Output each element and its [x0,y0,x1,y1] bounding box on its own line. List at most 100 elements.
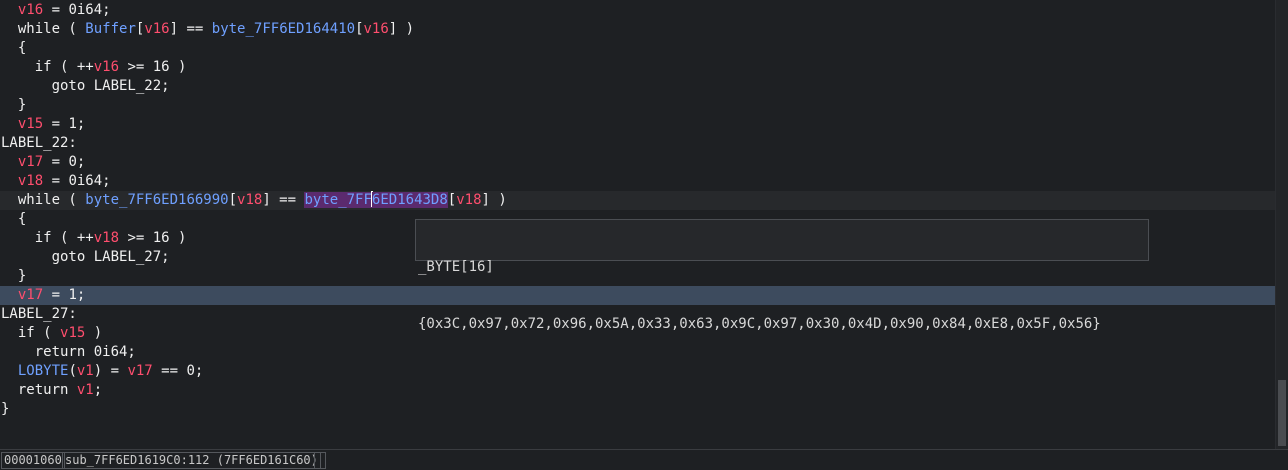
code-token[interactable]: == 0; [153,363,203,379]
code-token[interactable]: if ( ++ [1,59,94,75]
code-token[interactable]: = 1; [43,287,86,303]
code-token[interactable]: v1 [77,382,94,398]
code-token[interactable]: ] == [170,21,212,37]
code-token[interactable]: v17 [18,154,43,170]
code-token[interactable]: v15 [60,325,85,341]
code-token[interactable]: v16 [94,59,119,75]
code-text[interactable]: v15 = 1; [1,115,85,134]
code-token[interactable]: v16 [18,2,43,18]
code-token[interactable] [1,2,18,18]
code-line[interactable]: while ( Buffer[v16] == byte_7FF6ED164410… [0,20,1276,39]
code-token[interactable]: return 0i64; [1,344,136,360]
code-token[interactable]: goto LABEL_27; [1,249,170,265]
code-token[interactable]: ) [85,325,102,341]
code-line[interactable]: if ( ++v16 >= 16 ) [0,58,1276,77]
code-token[interactable] [1,173,18,189]
code-line[interactable]: LABEL_22: [0,134,1276,153]
code-text[interactable]: v17 = 1; [1,286,85,305]
code-token[interactable]: >= 16 ) [119,59,186,75]
code-text[interactable]: return 0i64; [1,343,136,362]
code-token[interactable]: byte_7FF6ED166990 [85,192,228,208]
code-token[interactable]: v16 [144,21,169,37]
code-text[interactable]: if ( ++v18 >= 16 ) [1,229,187,248]
code-token[interactable]: while ( [1,192,85,208]
code-line[interactable]: } [0,400,1276,419]
code-token[interactable]: byte_7FF [304,192,372,208]
code-token[interactable]: v18 [18,173,43,189]
code-line[interactable]: v16 = 0i64; [0,1,1276,20]
code-token[interactable] [1,287,18,303]
code-line[interactable]: } [0,96,1276,115]
code-text[interactable]: v16 = 0i64; [1,1,111,20]
code-token[interactable]: while ( [1,21,85,37]
code-text[interactable]: v17 = 0; [1,153,85,172]
code-token[interactable]: { [1,40,26,56]
code-text[interactable]: LABEL_27: [1,305,77,324]
code-token[interactable]: goto LABEL_22; [1,78,170,94]
code-token[interactable]: LOBYTE [18,363,69,379]
code-token[interactable]: ] == [262,192,304,208]
scrollbar-thumb[interactable] [1278,380,1286,446]
code-token[interactable]: byte_7FF6ED164410 [212,21,355,37]
code-line[interactable]: v15 = 1; [0,115,1276,134]
code-token[interactable]: = 0i64; [43,2,111,18]
code-line[interactable]: v17 = 0; [0,153,1276,172]
code-text[interactable]: while ( byte_7FF6ED166990[v18] == byte_7… [1,191,507,210]
code-token[interactable]: = 0i64; [43,173,111,189]
code-token[interactable]: [ [229,192,237,208]
code-token[interactable]: ] ) [482,192,507,208]
code-line[interactable]: return v1; [0,381,1276,400]
code-token[interactable]: ] ) [389,21,414,37]
code-token[interactable]: LABEL_22: [1,135,77,151]
code-token[interactable]: ( [68,363,76,379]
code-token[interactable]: >= 16 ) [119,230,186,246]
code-token[interactable] [1,116,18,132]
code-token[interactable]: if ( ++ [1,230,94,246]
code-text[interactable]: if ( ++v16 >= 16 ) [1,58,187,77]
code-token[interactable] [1,154,18,170]
code-token[interactable]: v16 [364,21,389,37]
code-token[interactable]: } [1,97,26,113]
code-text[interactable]: if ( v15 ) [1,324,102,343]
code-line[interactable]: LOBYTE(v1) = v17 == 0; [0,362,1276,381]
code-text[interactable]: v18 = 0i64; [1,172,111,191]
code-token[interactable]: v18 [456,192,481,208]
code-token[interactable]: if ( [1,325,60,341]
code-token[interactable]: } [1,401,9,417]
code-text[interactable]: goto LABEL_22; [1,77,170,96]
code-token[interactable]: { [1,211,26,227]
code-text[interactable]: LOBYTE(v1) = v17 == 0; [1,362,203,381]
vertical-scrollbar[interactable] [1275,0,1288,449]
code-token[interactable]: v15 [18,116,43,132]
code-token[interactable]: ; [94,382,102,398]
code-token[interactable]: v1 [77,363,94,379]
code-token[interactable]: v18 [237,192,262,208]
code-line[interactable]: v18 = 0i64; [0,172,1276,191]
code-text[interactable]: goto LABEL_27; [1,248,170,267]
code-text[interactable]: { [1,39,26,58]
code-text[interactable]: } [1,96,26,115]
code-token[interactable]: [ [355,21,363,37]
code-token[interactable]: v17 [18,287,43,303]
code-text[interactable]: { [1,210,26,229]
code-line[interactable]: { [0,39,1276,58]
code-token[interactable]: = 1; [43,116,86,132]
code-text[interactable]: } [1,400,9,419]
code-token[interactable]: = 0; [43,154,86,170]
code-token[interactable]: [ [448,192,456,208]
code-token[interactable]: 6ED1643D8 [371,192,448,208]
code-token[interactable]: v18 [94,230,119,246]
code-line[interactable]: goto LABEL_22; [0,77,1276,96]
code-line[interactable]: while ( byte_7FF6ED166990[v18] == byte_7… [0,191,1276,210]
code-text[interactable]: return v1; [1,381,102,400]
code-token[interactable]: Buffer [85,21,136,37]
code-token[interactable]: return [1,382,77,398]
code-text[interactable]: while ( Buffer[v16] == byte_7FF6ED164410… [1,20,414,39]
code-text[interactable]: LABEL_22: [1,134,77,153]
code-token[interactable]: ) = [94,363,128,379]
code-token[interactable]: } [1,268,26,284]
code-text[interactable]: } [1,267,26,286]
code-token[interactable] [1,363,18,379]
code-token[interactable]: v17 [127,363,152,379]
code-token[interactable]: LABEL_27: [1,306,77,322]
